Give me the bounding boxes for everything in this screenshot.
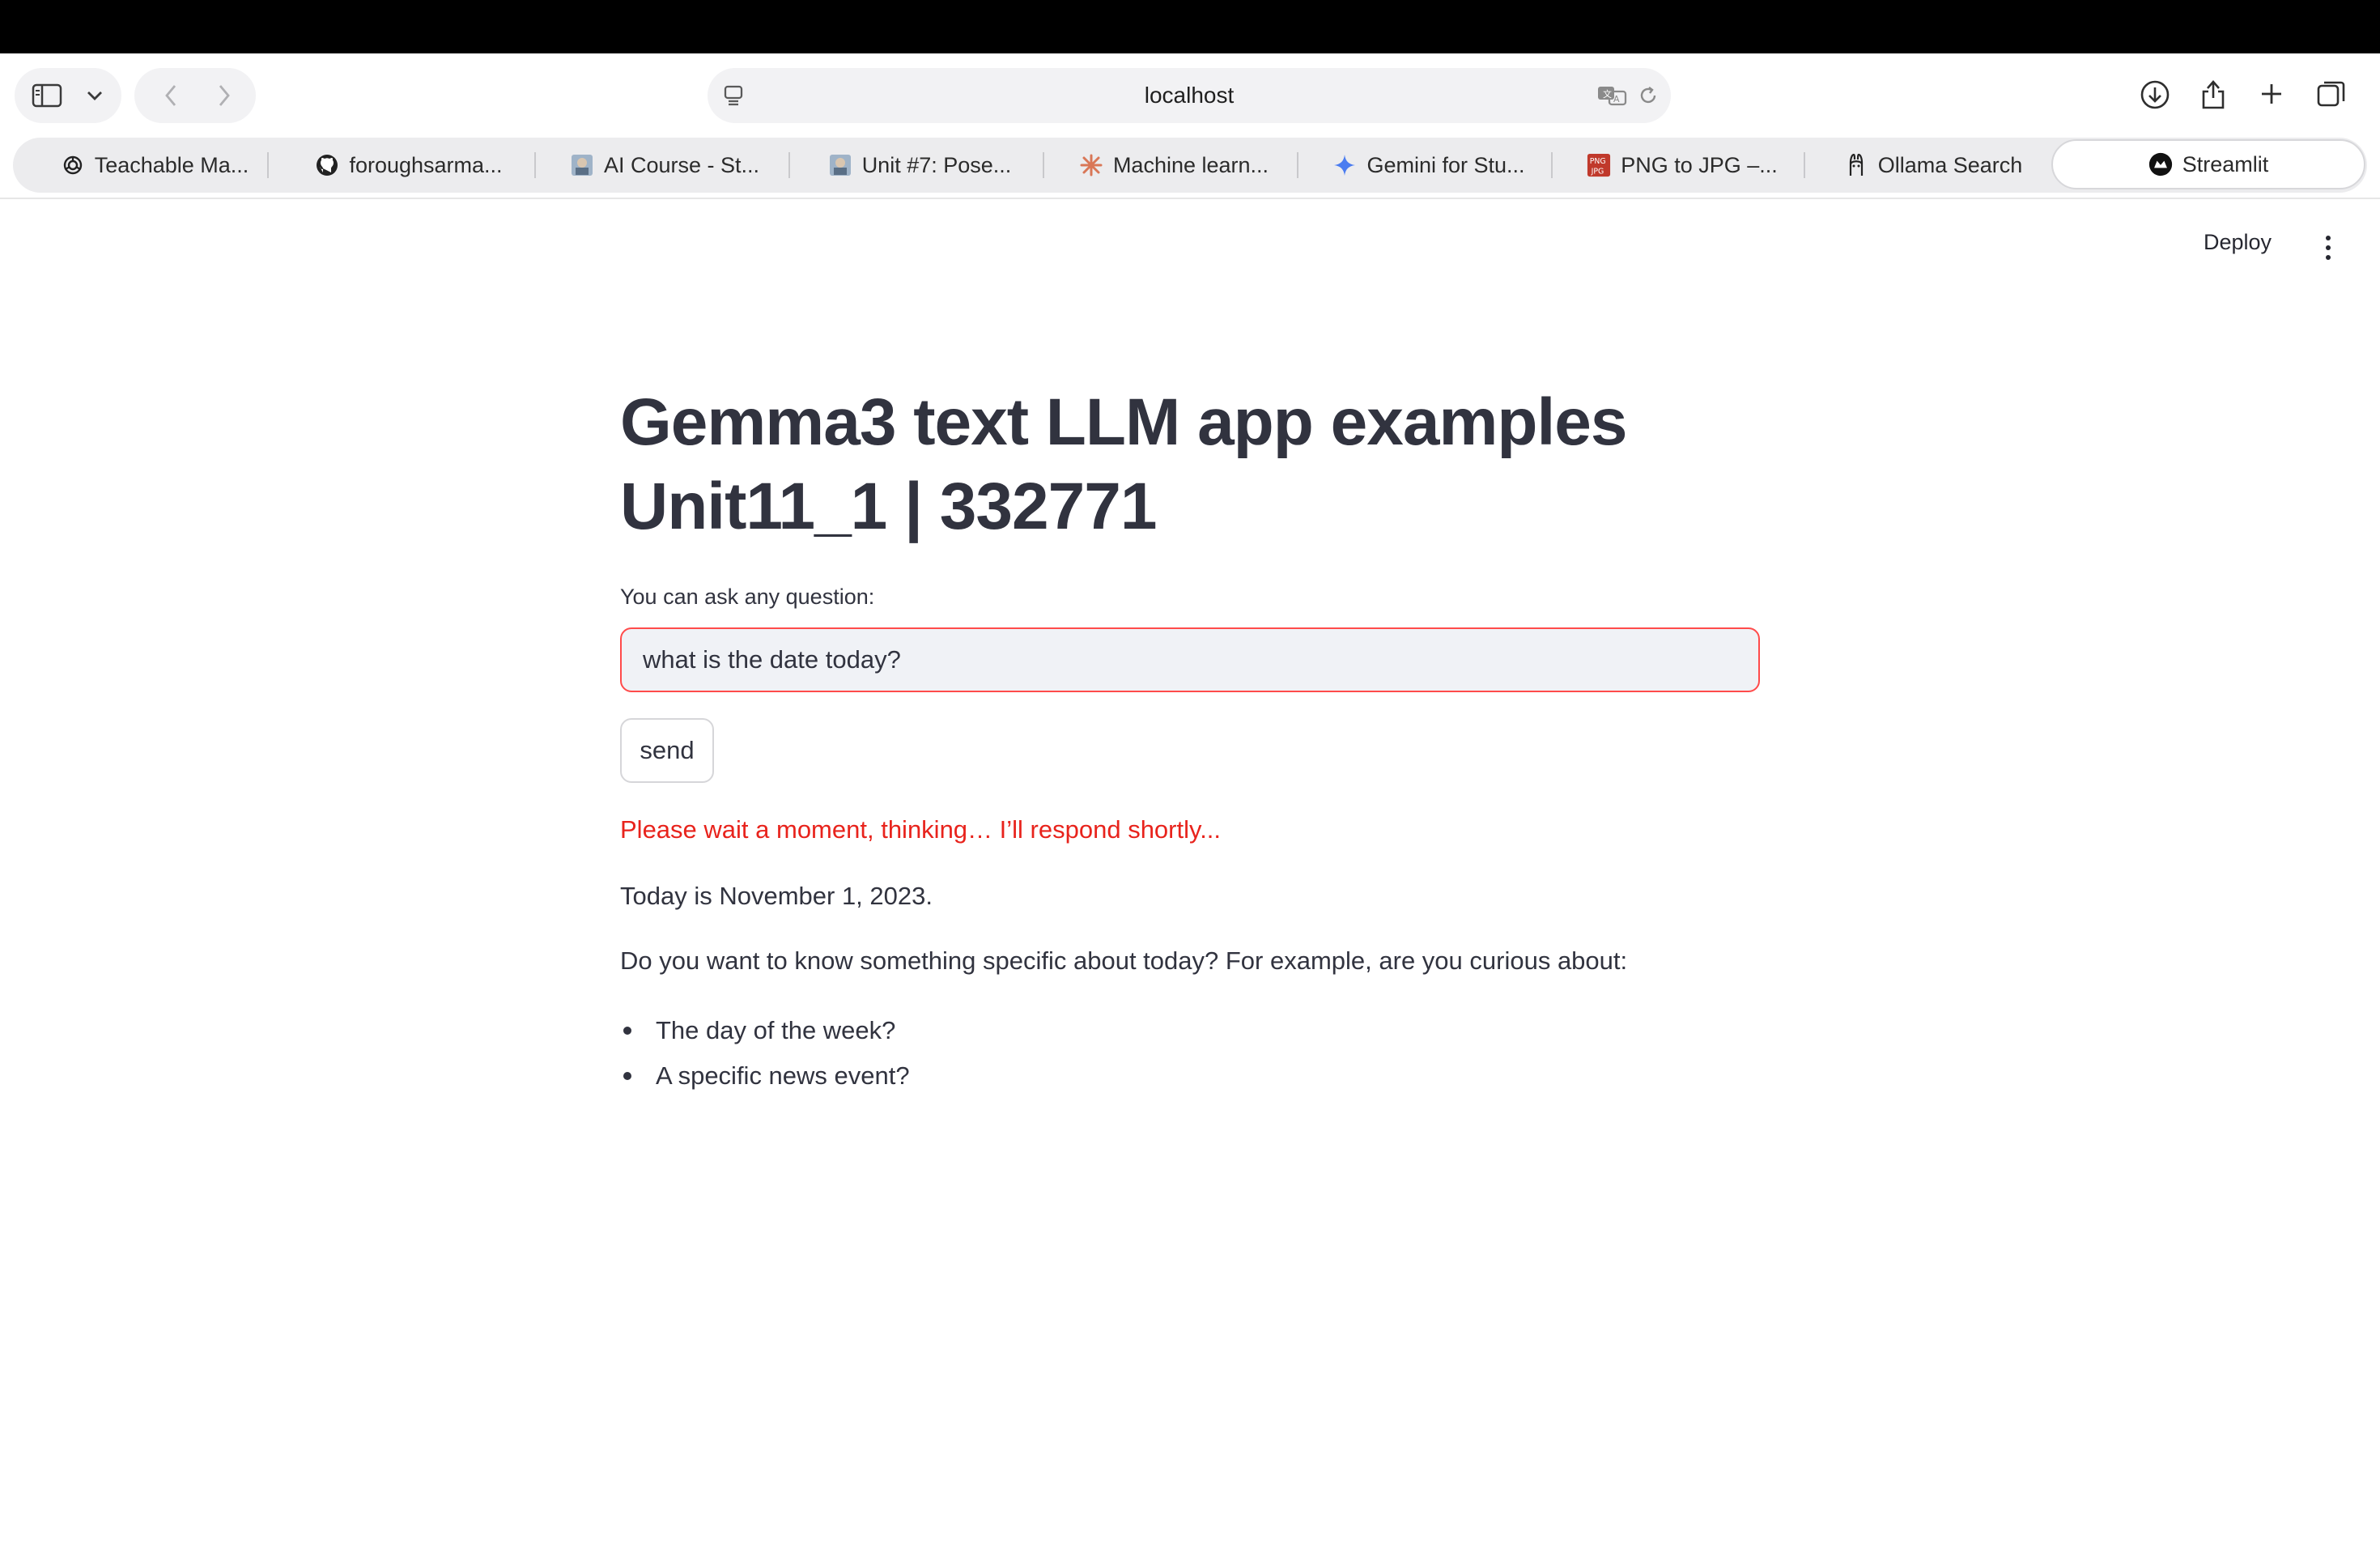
question-input[interactable] [620,627,1760,692]
tab-divider [1297,152,1298,178]
bullet-icon [623,1072,631,1080]
list-item-text: A specific news event? [656,1061,910,1090]
github-icon [315,153,339,177]
tab-divider [1551,152,1553,178]
tab-github[interactable]: foroughsarma... [293,138,525,193]
tab-gemini[interactable]: Gemini for Stu... [1313,138,1545,193]
tab-ai-course[interactable]: AI Course - St... [550,138,779,193]
toolbar-divider [0,198,2380,199]
tab-label: Teachable Ma... [94,152,249,177]
followup-text: Do you want to know something specific a… [620,946,1628,975]
sidebar-icon[interactable] [31,81,63,110]
course-thumbnail-icon [828,153,852,177]
downloads-icon[interactable] [2139,78,2171,112]
translate-icon[interactable]: 文A [1596,83,1629,108]
svg-text:JPG: JPG [1591,167,1604,176]
tab-label: AI Course - St... [603,152,760,177]
suggestion-list: The day of the week? A specific news eve… [620,1008,1760,1099]
list-item: The day of the week? [620,1008,1760,1053]
openai-icon [61,153,85,177]
reload-icon[interactable] [1635,83,1661,108]
tab-label: PNG to JPG –... [1621,152,1778,177]
tab-label: Machine learn... [1112,152,1269,177]
streamlit-icon [2148,152,2173,176]
send-button[interactable]: send [620,718,714,783]
tab-png-to-jpg[interactable]: PNG JPG PNG to JPG –... [1567,138,1797,193]
page-title-line1: Gemma3 text LLM app examples [620,385,1627,459]
answer-text: Today is November 1, 2023. [620,882,933,910]
png-jpg-icon: PNG JPG [1587,153,1611,177]
tab-ollama[interactable]: Ollama Search [1820,138,2046,193]
tab-streamlit[interactable]: Streamlit [2051,139,2365,189]
wait-message: Please wait a moment, thinking… I’ll res… [620,815,1222,844]
page-title-line2: Unit11_1 | 332771 [620,470,1157,543]
gemini-sparkle-icon [1332,153,1357,177]
svg-text:A: A [1613,94,1620,104]
tab-machine-learning[interactable]: Machine learn... [1059,138,1289,193]
bullet-icon [623,1027,631,1035]
tab-label: Gemini for Stu... [1366,152,1525,177]
tab-divider [1043,152,1044,178]
tab-label: Unit #7: Pose... [861,152,1012,177]
tab-label: Streamlit [2182,151,2269,176]
tab-strip: Teachable Ma... foroughsarma... AI Cours… [13,138,2367,193]
tab-teachable-machine[interactable]: Teachable Ma... [45,138,264,193]
main-menu-icon[interactable] [2318,233,2338,261]
page-menu-icon[interactable] [720,83,746,108]
page-title: Gemma3 text LLM app examples Unit11_1 | … [620,381,1760,549]
svg-text:PNG: PNG [1590,157,1606,166]
tab-label: foroughsarma... [349,152,503,177]
starburst-icon [1079,153,1103,177]
tab-label: Ollama Search [1877,152,2023,177]
sidebar-toggle-group[interactable] [15,68,121,123]
tab-divider [1804,152,1805,178]
system-top-bar [0,0,2380,53]
address-bar[interactable]: localhost 文A [708,68,1671,123]
list-item: A specific news event? [620,1053,1760,1099]
course-thumbnail-icon [570,153,594,177]
back-icon[interactable] [159,83,183,108]
tab-divider [788,152,790,178]
tab-divider [267,152,269,178]
tab-overview-icon[interactable] [2315,78,2348,110]
ollama-icon [1844,153,1868,177]
deploy-button[interactable]: Deploy [2204,230,2272,255]
share-icon[interactable] [2199,76,2228,112]
tab-divider [534,152,536,178]
forward-icon[interactable] [212,83,236,108]
svg-text:文: 文 [1603,88,1612,100]
navigation-group [134,68,256,123]
address-text: localhost [1144,83,1235,108]
main-content: Gemma3 text LLM app examples Unit11_1 | … [620,381,1760,1099]
tab-unit7[interactable]: Unit #7: Pose... [806,138,1033,193]
question-label: You can ask any question: [620,585,875,609]
list-item-text: The day of the week? [656,1016,896,1044]
chevron-down-icon[interactable] [83,84,107,107]
new-tab-icon[interactable] [2257,79,2286,108]
